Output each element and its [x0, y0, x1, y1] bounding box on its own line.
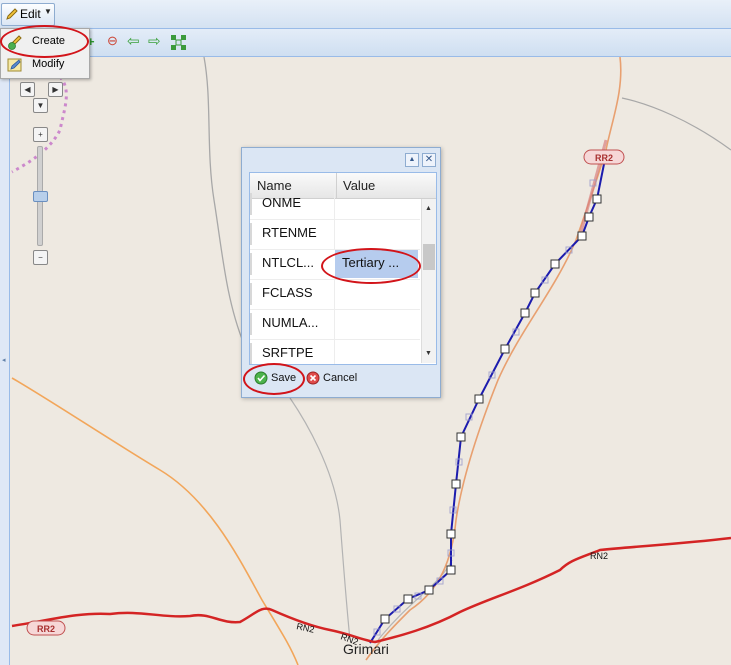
svg-text:RR2: RR2: [37, 624, 55, 634]
pan-down-button[interactable]: ▼: [33, 98, 48, 113]
annotation-ellipse: [0, 25, 89, 58]
grid-scrollbar[interactable]: ▲ ▼: [421, 199, 436, 363]
menu-item-label: Modify: [32, 58, 65, 70]
pan-right-button[interactable]: ▶: [48, 82, 63, 97]
zoom-in-button[interactable]: +: [33, 127, 48, 142]
cancel-label: Cancel: [323, 372, 358, 384]
attribute-row[interactable]: NUMLA...: [250, 309, 420, 340]
attribute-name: RTENME: [262, 225, 317, 240]
edit-menu-button[interactable]: Edit ▼: [1, 3, 55, 26]
grey-road: [377, 559, 453, 641]
pencil-icon: [6, 8, 18, 20]
cancel-button[interactable]: Cancel: [304, 368, 364, 388]
collapse-up-icon[interactable]: ▲: [405, 153, 419, 167]
grey-road: [289, 397, 351, 641]
attribute-row[interactable]: ONME: [250, 189, 420, 220]
grey-road: [203, 56, 245, 345]
pan-left-button[interactable]: ◀: [20, 82, 35, 97]
attribute-name: FCLASS: [262, 285, 313, 300]
attribute-row[interactable]: RTENME: [250, 219, 420, 250]
map-controls: ◀ ▶ ▼ + −: [18, 80, 68, 270]
grey-road: [621, 97, 731, 151]
collapsed-panel[interactable]: ◂: [0, 56, 10, 665]
annotation-ellipse: [243, 363, 305, 395]
collapse-arrow-icon[interactable]: ◂: [2, 356, 6, 364]
scroll-thumb[interactable]: [423, 244, 435, 270]
attribute-name: SRFTPE: [262, 345, 314, 360]
scroll-down-icon[interactable]: ▼: [425, 350, 432, 357]
cancel-icon: [306, 371, 320, 385]
forward-arrow-icon[interactable]: ⇨: [148, 32, 161, 50]
zoom-slider-handle[interactable]: [33, 191, 48, 202]
back-arrow-icon[interactable]: ⇦: [127, 32, 140, 50]
edit-label: Edit: [20, 7, 41, 21]
attribute-row[interactable]: SRFTPE: [250, 339, 420, 364]
road-label: RN2: [296, 621, 316, 635]
road-label: RN2: [590, 551, 608, 561]
scroll-up-icon[interactable]: ▲: [425, 205, 432, 212]
pencil-edit-icon: [7, 58, 22, 72]
top-toolbar: Edit ▼: [0, 0, 731, 29]
rr2-shield: RR2: [583, 149, 625, 165]
attribute-name: ONME: [262, 195, 301, 210]
zoom-out-button[interactable]: −: [33, 250, 48, 265]
chevron-down-icon: ▼: [44, 7, 52, 16]
map-toolbar: + ⊖ ⇦ ⇨: [0, 28, 731, 57]
attribute-name: NUMLA...: [262, 315, 319, 330]
zoom-out-tool-icon[interactable]: ⊖: [107, 33, 118, 49]
place-label: Grimari: [343, 641, 389, 657]
close-icon[interactable]: ✕: [422, 153, 436, 167]
rr2-shield: RR2: [26, 620, 66, 636]
attribute-row[interactable]: FCLASS: [250, 279, 420, 310]
full-extent-icon[interactable]: [170, 34, 187, 51]
annotation-ellipse: [321, 248, 421, 284]
svg-text:RR2: RR2: [595, 153, 613, 163]
red-road: [11, 536, 731, 644]
